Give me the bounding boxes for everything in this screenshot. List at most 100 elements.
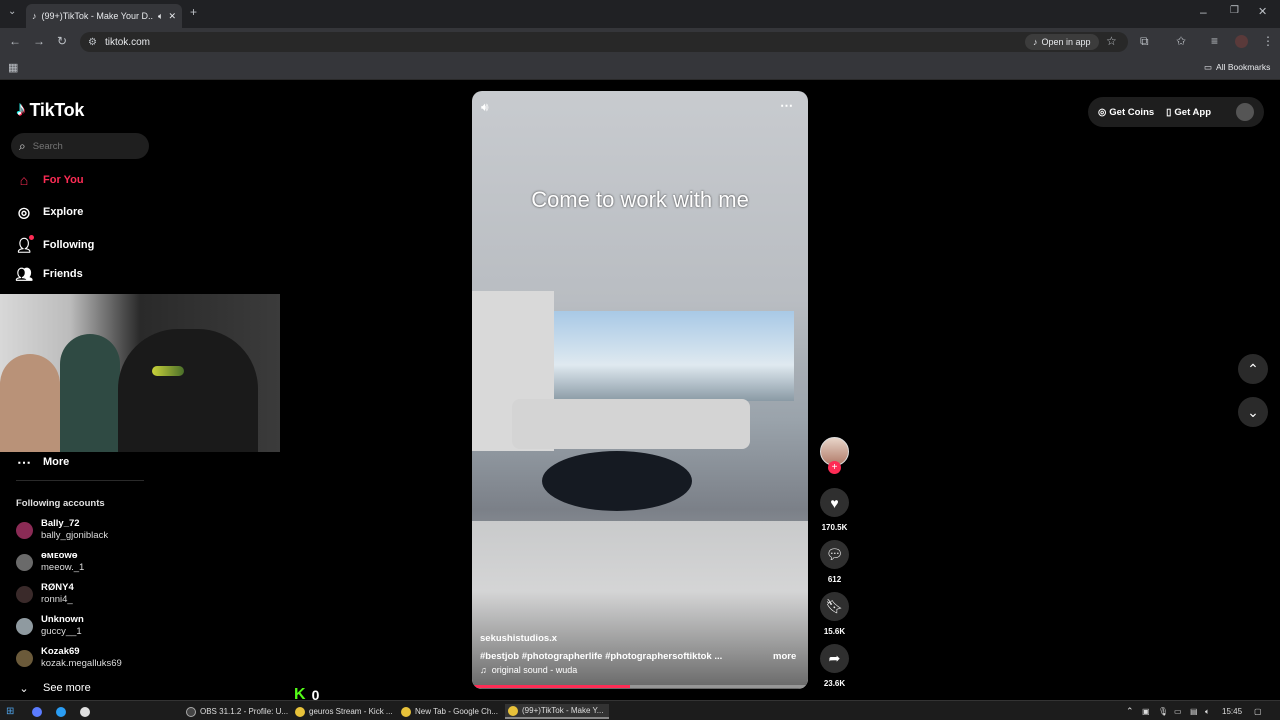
restore-icon[interactable]: ❐ xyxy=(1230,5,1239,16)
speaker-icon[interactable]: 🔈︎ xyxy=(1205,704,1210,719)
bookmark-icon: 🔖︎ xyxy=(825,598,844,614)
tray-display-icon[interactable]: ▭ xyxy=(1174,704,1182,719)
profile-avatar[interactable] xyxy=(1235,35,1248,48)
sunglasses xyxy=(152,366,184,376)
save-button[interactable]: 🔖︎ xyxy=(820,592,849,621)
forward-icon[interactable]: → xyxy=(33,34,45,48)
next-video-button[interactable]: ⌄ xyxy=(1238,397,1268,427)
tab-close-icon[interactable]: ✕ xyxy=(168,11,176,22)
tiktok-page: ♪ TikTok ⌕ ⌂ For You ◎ Explore 👤︎ Follow… xyxy=(0,80,1280,703)
taskbar-chrome-icon[interactable] xyxy=(80,704,90,719)
network-icon[interactable]: ▤ xyxy=(1190,704,1198,719)
chrome-menu-icon[interactable]: ⋮ xyxy=(1262,34,1274,48)
tab-search-icon[interactable]: ⌄ xyxy=(8,6,16,17)
comment-button[interactable]: 💬︎ xyxy=(820,540,849,569)
clock-time[interactable]: 15:45 xyxy=(1222,704,1242,719)
taskbar-tiktok[interactable]: (99+)TikTok - Make Y... xyxy=(505,704,609,719)
chevron-down-icon: ⌄ xyxy=(19,682,29,695)
following-account[interactable]: Kozak69 kozak.megalluks69 xyxy=(16,646,122,670)
account-handle: bally_gjoniblack xyxy=(41,530,109,541)
search-icon: ⌕ xyxy=(19,138,26,153)
share-icon: ➦ xyxy=(828,650,841,666)
favorites-icon[interactable]: ✩ xyxy=(1176,34,1186,48)
video-author[interactable]: sekushistudios.x xyxy=(480,633,557,644)
tiktok-small-icon: ♪ xyxy=(1033,37,1038,47)
apps-grid-icon[interactable]: ▦ xyxy=(8,61,18,74)
volume-icon[interactable]: 🔊︎ xyxy=(481,100,489,115)
following-account[interactable]: RØNY4 ronni4_ xyxy=(16,582,74,606)
following-account[interactable]: Unknown guccy__1 xyxy=(16,614,84,638)
microphone-icon[interactable]: 🎙︎ xyxy=(1158,704,1168,719)
open-in-app-button[interactable]: ♪ Open in app xyxy=(1025,34,1099,50)
following-account[interactable]: ɵᴍᴇᴏᴡɵ meeow._1 xyxy=(16,550,84,574)
notifications-icon[interactable]: ▢ xyxy=(1254,704,1262,719)
site-info-icon[interactable]: ⚙ xyxy=(88,37,97,48)
save-count: 15.6K xyxy=(823,627,846,636)
address-bar[interactable]: ⚙ tiktok.com xyxy=(80,32,1128,52)
compass-icon: ◎ xyxy=(17,203,31,220)
avatar xyxy=(16,585,33,603)
avatar xyxy=(16,521,33,539)
window-view xyxy=(554,311,794,401)
reload-icon[interactable]: ↻ xyxy=(57,34,67,48)
nav-following[interactable]: 👤︎ Following xyxy=(15,235,94,253)
coffee-table xyxy=(542,451,692,511)
open-in-app-label: Open in app xyxy=(1041,37,1091,47)
tab-audio-icon[interactable]: 🔈︎ xyxy=(158,11,163,22)
share-button[interactable]: ➦ xyxy=(820,644,849,673)
search-box[interactable]: ⌕ xyxy=(11,133,149,159)
taskbar-newtab[interactable]: New Tab - Google Ch... xyxy=(401,704,503,719)
notification-dot xyxy=(29,235,34,240)
previous-video-button[interactable]: ⌃ xyxy=(1238,354,1268,384)
following-account[interactable]: Bally_72 bally_gjoniblack xyxy=(16,518,108,542)
taskbar-newtab-label: New Tab - Google Ch... xyxy=(415,707,499,716)
taskbar-obs[interactable]: OBS 31.1.2 - Profile: U... xyxy=(186,704,290,719)
tray-icon[interactable]: ▣ xyxy=(1142,704,1150,719)
comment-count: 612 xyxy=(827,575,842,584)
video-progress-track[interactable] xyxy=(472,685,808,688)
search-input[interactable] xyxy=(32,140,133,152)
nav-explore[interactable]: ◎ Explore xyxy=(16,204,83,220)
tiktok-logo[interactable]: ♪ TikTok xyxy=(16,99,84,121)
video-more-button[interactable]: more xyxy=(773,651,796,662)
media-controls-icon[interactable]: ≡ xyxy=(1211,34,1218,48)
browser-tab-bar: ⌄ ♪ (99+)TikTok - Make Your D... 🔈︎ ✕ + … xyxy=(0,0,1280,28)
coin-icon: ◎ xyxy=(1098,106,1107,118)
see-more-button[interactable]: ⌄ See more xyxy=(16,680,90,696)
user-avatar[interactable] xyxy=(1236,103,1254,121)
tiktok-note-icon: ♪ xyxy=(16,99,26,120)
window-close-icon[interactable]: ✕ xyxy=(1258,5,1267,18)
get-coins-button[interactable]: ◎ Get Coins xyxy=(1098,107,1154,118)
browser-toolbar: ← → ↻ ⚙ tiktok.com ♪ Open in app ☆ ⧉ ✩ ≡… xyxy=(0,28,1280,56)
all-bookmarks-button[interactable]: ▭ All Bookmarks xyxy=(1204,62,1270,73)
new-tab-icon[interactable]: + xyxy=(190,5,197,19)
browser-tab-tiktok[interactable]: ♪ (99+)TikTok - Make Your D... 🔈︎ ✕ xyxy=(26,4,182,28)
friends-icon: 👥︎ xyxy=(15,265,33,282)
nav-for-you[interactable]: ⌂ For You xyxy=(16,172,84,188)
avatar xyxy=(16,553,33,571)
like-button[interactable]: ♥ xyxy=(820,488,849,517)
windows-start-icon[interactable]: ⊞ xyxy=(6,704,14,719)
chrome-icon xyxy=(401,706,411,717)
nav-more[interactable]: ⋯ More xyxy=(16,454,69,470)
webcam-person-left xyxy=(0,354,60,452)
video-player[interactable]: 🔊︎ ⋯ Come to work with me sekushistudios… xyxy=(472,91,808,689)
taskbar-kick[interactable]: geuros Stream - Kick ... xyxy=(295,704,397,719)
video-sound[interactable]: ♫ original sound - wuda xyxy=(480,665,577,675)
nav-friends[interactable]: 👥︎ Friends xyxy=(15,265,83,282)
extensions-icon[interactable]: ⧉ xyxy=(1140,34,1149,49)
account-handle: ronni4_ xyxy=(41,594,73,605)
sofa xyxy=(512,399,750,449)
back-icon[interactable]: ← xyxy=(9,34,21,48)
more-dots-icon: ⋯ xyxy=(17,453,31,470)
minimize-icon[interactable]: – xyxy=(1200,5,1207,19)
taskbar-app-icon[interactable] xyxy=(32,704,42,719)
bookmark-star-icon[interactable]: ☆ xyxy=(1106,34,1117,48)
tray-chevron-icon[interactable]: ⌃ xyxy=(1126,704,1134,719)
follow-plus-icon[interactable]: + xyxy=(828,461,841,474)
taskbar-edge-icon[interactable] xyxy=(56,704,66,719)
phone-icon: ▯ xyxy=(1166,106,1172,118)
video-options-icon[interactable]: ⋯ xyxy=(780,98,793,114)
video-hashtags[interactable]: #bestjob #photographerlife #photographer… xyxy=(480,651,740,662)
get-app-button[interactable]: ▯ Get App xyxy=(1166,107,1211,118)
